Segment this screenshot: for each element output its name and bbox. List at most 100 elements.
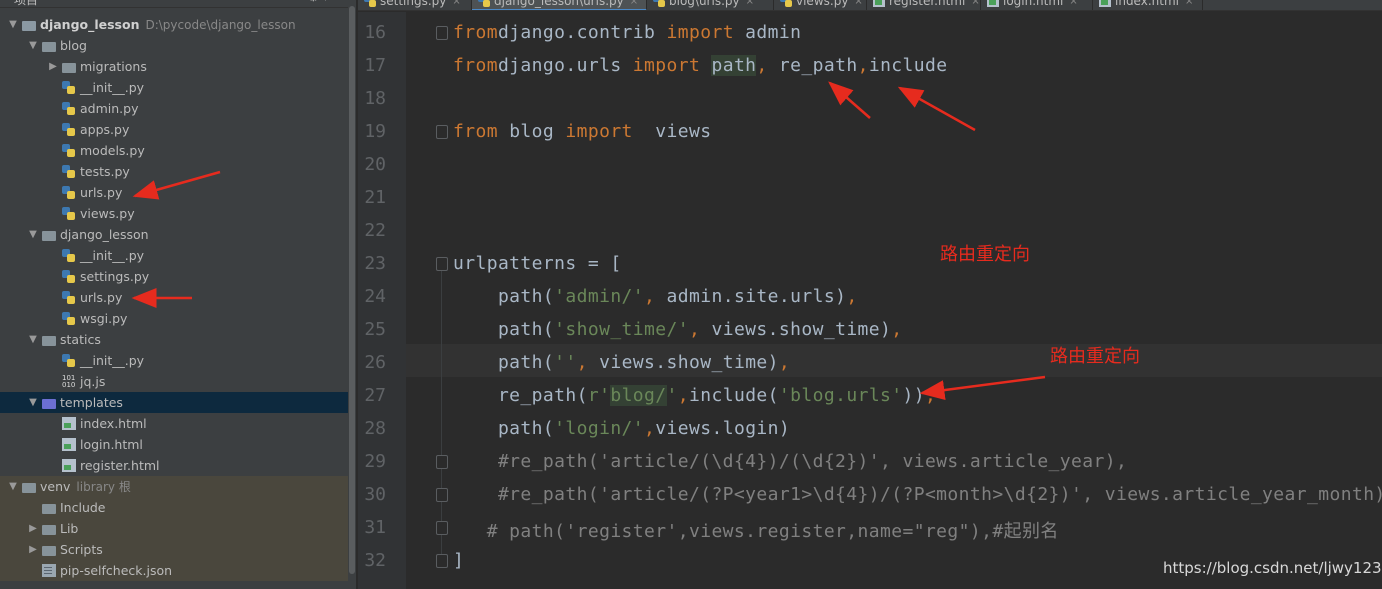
- editor-tab[interactable]: index.html ×: [1093, 0, 1203, 10]
- close-tab-icon[interactable]: ×: [1185, 0, 1193, 7]
- tree-item[interactable]: ▼ statics: [0, 329, 348, 350]
- editor-tab[interactable]: blog\urls.py ×: [647, 0, 774, 10]
- code-line[interactable]: path('login/',views.login): [453, 418, 790, 439]
- expanded-arrow-icon[interactable]: ▼: [26, 397, 40, 408]
- expanded-arrow-icon[interactable]: ▼: [6, 481, 20, 492]
- tree-item[interactable]: ▶ migrations: [0, 56, 348, 77]
- scrollbar-thumb[interactable]: [349, 6, 355, 574]
- tree-item[interactable]: __init__.py: [0, 350, 348, 371]
- tree-item[interactable]: ▼ django_lesson D:\pycode\django_lesson: [0, 14, 348, 35]
- tree-item[interactable]: ▼ blog: [0, 35, 348, 56]
- code-line[interactable]: re_path(r'blog/',include('blog.urls')),: [453, 385, 936, 406]
- code-line[interactable]: path('show_time/', views.show_time),: [453, 319, 903, 340]
- tree-item[interactable]: urls.py: [0, 182, 348, 203]
- close-tab-icon[interactable]: ×: [1069, 0, 1077, 7]
- tree-item[interactable]: admin.py: [0, 98, 348, 119]
- tree-item-label: __init__.py: [80, 353, 145, 368]
- code-line[interactable]: ]: [453, 550, 464, 571]
- fold-marker-icon[interactable]: [436, 554, 448, 568]
- close-tab-icon[interactable]: ×: [630, 0, 638, 7]
- expanded-arrow-icon[interactable]: ▼: [26, 229, 40, 240]
- code-line[interactable]: urlpatterns = [: [453, 253, 622, 274]
- code-line[interactable]: fromdjango.urls import path, re_path,inc…: [453, 55, 948, 76]
- fold-marker-icon[interactable]: [436, 488, 448, 502]
- code-line[interactable]: from blog import views: [453, 121, 711, 142]
- tree-item[interactable]: ▶ Scripts: [0, 539, 348, 560]
- tree-item-label: urls.py: [80, 290, 123, 305]
- tree-item-label: django_lesson: [60, 227, 149, 242]
- expanded-arrow-icon[interactable]: ▼: [26, 334, 40, 345]
- collapsed-arrow-icon[interactable]: ▶: [26, 523, 40, 534]
- code-token: ,: [576, 352, 588, 373]
- expanded-arrow-icon[interactable]: ▼: [6, 19, 20, 30]
- editor-tab[interactable]: register.html ×: [867, 0, 981, 10]
- code-token: views.login): [655, 418, 791, 439]
- folder-icon: [42, 230, 56, 241]
- code-token: django.contrib: [497, 22, 667, 43]
- tree-item[interactable]: views.py: [0, 203, 348, 224]
- code-token: ,: [925, 385, 937, 406]
- code-token: ,: [846, 286, 858, 307]
- tree-item[interactable]: ▼ templates: [0, 392, 348, 413]
- close-tab-icon[interactable]: ×: [452, 0, 460, 7]
- tree-item[interactable]: __init__.py: [0, 77, 348, 98]
- code-line[interactable]: path('admin/', admin.site.urls),: [453, 286, 858, 307]
- project-scrollbar[interactable]: [348, 0, 356, 589]
- tree-item[interactable]: pip-selfcheck.json: [0, 560, 348, 581]
- close-tab-icon[interactable]: ×: [746, 0, 754, 7]
- editor-tab[interactable]: settings.py ×: [358, 0, 472, 10]
- code-line[interactable]: #re_path('article/(?P<year1>\d{4})/(?P<m…: [453, 484, 1382, 505]
- tree-item[interactable]: Include: [0, 497, 348, 518]
- code-token: 'admin/': [554, 286, 645, 307]
- tree-item-label: register.html: [80, 458, 160, 473]
- code-line[interactable]: fromdjango.contrib import admin: [453, 22, 801, 43]
- tree-item[interactable]: apps.py: [0, 119, 348, 140]
- tree-item-label: urls.py: [80, 185, 123, 200]
- fold-marker-icon[interactable]: [436, 125, 448, 139]
- editor-tab[interactable]: views.py ×: [774, 0, 867, 10]
- close-tab-icon[interactable]: ×: [854, 0, 862, 7]
- gear-icon[interactable]: ⚙ ▾: [308, 0, 329, 4]
- folder-icon: [42, 524, 56, 535]
- fold-marker-icon[interactable]: [436, 26, 448, 40]
- project-panel-header: ▾ 项目 ⚙ ▾: [0, 0, 348, 8]
- collapsed-arrow-icon[interactable]: ▶: [46, 61, 60, 72]
- binary-file-icon: 101 010: [62, 374, 76, 389]
- tree-item[interactable]: 101 010 jq.js: [0, 371, 348, 392]
- tree-item[interactable]: ▶ Lib: [0, 518, 348, 539]
- code-line[interactable]: #re_path('article/(\d{4})/(\d{2})', view…: [453, 451, 1127, 472]
- python-file-icon: [653, 0, 665, 7]
- code-line[interactable]: path('', views.show_time),: [453, 352, 790, 373]
- code-line[interactable]: # path('register',views.register,name="r…: [453, 517, 1059, 543]
- tree-item[interactable]: index.html: [0, 413, 348, 434]
- folder-icon: [22, 20, 36, 31]
- tree-item[interactable]: ▼ venv library 根: [0, 476, 348, 497]
- collapsed-arrow-icon[interactable]: ▶: [26, 544, 40, 555]
- tree-item[interactable]: tests.py: [0, 161, 348, 182]
- code-editor[interactable]: 16 17 18 19 20 21 22 23 24 25 26 27 28 29 30 31 32 fromd…: [358, 12, 1382, 589]
- tree-item[interactable]: wsgi.py: [0, 308, 348, 329]
- tree-item[interactable]: login.html: [0, 434, 348, 455]
- project-panel-title: 项目: [14, 0, 39, 7]
- python-file-icon: [62, 312, 76, 325]
- tree-item-label: index.html: [80, 416, 147, 431]
- tree-item[interactable]: settings.py: [0, 266, 348, 287]
- fold-marker-icon[interactable]: [436, 521, 448, 535]
- python-file-icon: [62, 249, 76, 262]
- tree-item[interactable]: ▼ django_lesson: [0, 224, 348, 245]
- expanded-arrow-icon[interactable]: ▼: [26, 40, 40, 51]
- tree-item[interactable]: models.py: [0, 140, 348, 161]
- tree-item[interactable]: __init__.py: [0, 245, 348, 266]
- tree-item[interactable]: register.html: [0, 455, 348, 476]
- code-token: admin: [733, 22, 802, 43]
- close-tab-icon[interactable]: ×: [971, 0, 979, 7]
- annotation-label: 路由重定向: [940, 244, 1030, 265]
- editor-tab[interactable]: login.html ×: [981, 0, 1093, 10]
- panel-menu-icon[interactable]: ▾: [0, 0, 5, 1]
- code-token: ,: [688, 319, 701, 340]
- tree-item[interactable]: urls.py: [0, 287, 348, 308]
- fold-marker-icon[interactable]: [436, 257, 448, 271]
- code-token: ,: [677, 385, 690, 406]
- fold-marker-icon[interactable]: [436, 455, 448, 469]
- editor-tab[interactable]: django_lesson\urls.py ×: [472, 0, 647, 10]
